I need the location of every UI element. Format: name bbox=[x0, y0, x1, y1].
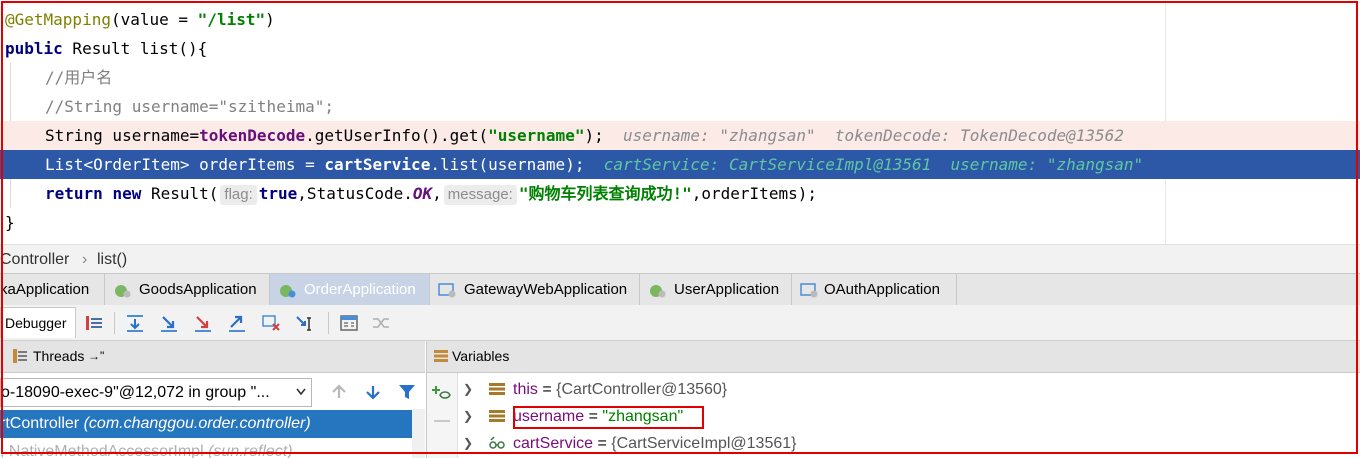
annotation-frame bbox=[1, 1, 1358, 454]
